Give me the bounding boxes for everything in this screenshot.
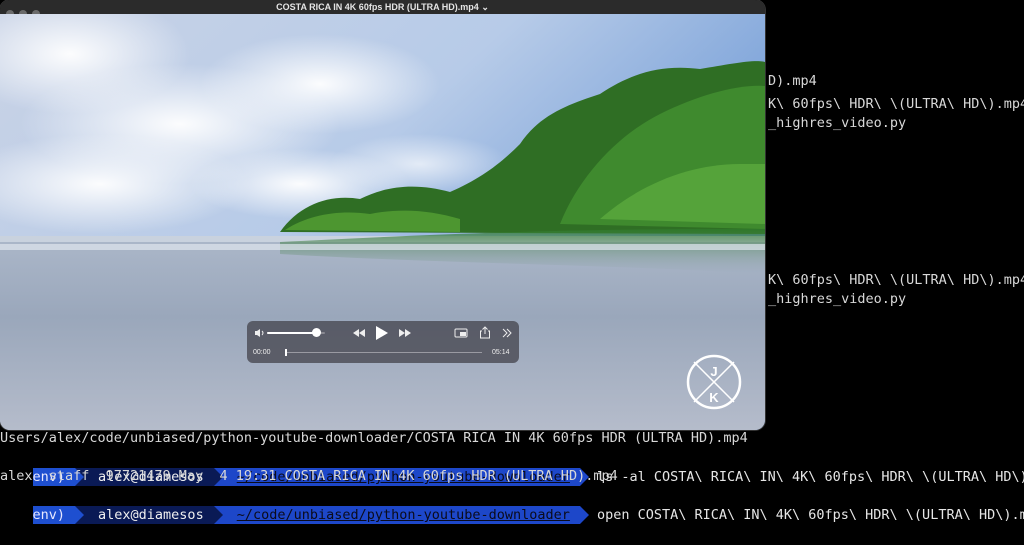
terminal-ls-output: alex staff 97721479 May 4 19:31 COSTA RI… xyxy=(0,468,618,484)
prompt-venv: env) xyxy=(32,506,76,524)
fast-forward-icon[interactable] xyxy=(398,328,412,338)
prompt-separator-icon xyxy=(213,506,223,524)
terminal-prompt: env) alex@diamesos ~/code/unbiased/python-… xyxy=(0,447,1024,486)
play-icon[interactable] xyxy=(375,325,389,341)
prompt-command: open COSTA\ RICA\ IN\ 4K\ 60fps\ HDR\ \(… xyxy=(596,507,1024,523)
more-options-icon[interactable] xyxy=(502,328,512,338)
volume-icon[interactable] xyxy=(254,328,266,338)
logo-letter: J xyxy=(710,364,717,379)
prompt-user: alex@diamesos xyxy=(84,506,214,524)
video-player-window[interactable]: COSTA RICA IN 4K 60fps HDR (ULTRA HD).mp… xyxy=(0,0,765,430)
terminal-fragment: _highres_video.py xyxy=(768,115,907,131)
volume-level xyxy=(267,332,317,334)
rewind-icon[interactable] xyxy=(352,328,366,338)
title-bar[interactable]: COSTA RICA IN 4K 60fps HDR (ULTRA HD).mp… xyxy=(0,0,765,18)
terminal-fragment: _highres_video.py xyxy=(768,291,907,307)
terminal-prompt: env) alex@diamesos ~/code/unbiased/python-… xyxy=(0,485,1024,524)
picture-in-picture-icon[interactable] xyxy=(454,328,468,338)
terminal-fragment: K\ 60fps\ HDR\ \(ULTRA\ HD\).mp4 xyxy=(768,96,1024,112)
terminal-fragment: D).mp4 xyxy=(768,73,817,89)
current-time: 00:00 xyxy=(253,349,271,356)
volume-slider[interactable] xyxy=(267,328,325,337)
prompt-path: ~/code/unbiased/python-youtube-downloade… xyxy=(222,506,580,524)
terminal-output-path: Users/alex/code/unbiased/python-youtube-… xyxy=(0,430,748,446)
window-title[interactable]: COSTA RICA IN 4K 60fps HDR (ULTRA HD).mp… xyxy=(0,0,765,14)
playback-controls[interactable]: 00:00 05:14 xyxy=(247,321,519,363)
terminal-fragment: K\ 60fps\ HDR\ \(ULTRA\ HD\).mp4 xyxy=(768,272,1024,288)
share-icon[interactable] xyxy=(479,326,491,339)
video-frame[interactable]: J K xyxy=(0,14,765,430)
progress-bar[interactable] xyxy=(285,349,482,356)
volume-knob[interactable] xyxy=(312,328,322,337)
logo-letter: K xyxy=(709,390,719,405)
prompt-separator-icon xyxy=(75,506,85,524)
total-time: 05:14 xyxy=(492,349,510,356)
playhead[interactable] xyxy=(285,349,287,356)
prompt-command: ls -al COSTA\ RICA\ IN\ 4K\ 60fps\ HDR\ … xyxy=(596,469,1024,485)
prompt-separator-icon xyxy=(579,506,589,524)
